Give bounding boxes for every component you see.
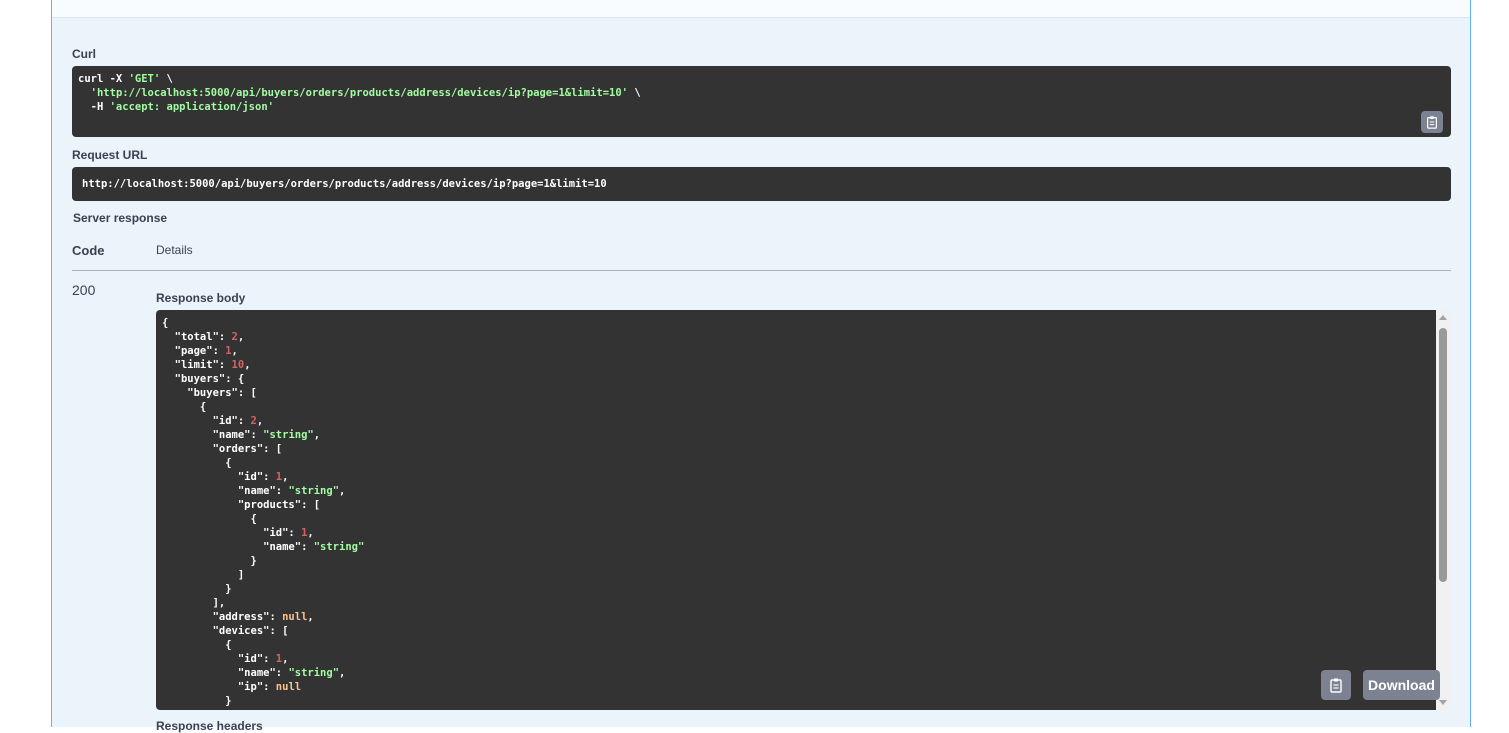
response-body-line: { xyxy=(162,317,169,329)
response-body-line: "ip": null xyxy=(162,681,302,693)
response-body-line: "id": 1, xyxy=(162,653,289,665)
response-body-line: } xyxy=(162,695,232,707)
response-body-box[interactable]: { "total": 2, "page": 1, "limit": 10, "b… xyxy=(156,310,1436,710)
response-body-line: "page": 1, xyxy=(162,345,238,357)
response-body-line: "buyers": { xyxy=(162,373,245,385)
curl-command-box[interactable]: curl -X 'GET' \ 'http://localhost:5000/a… xyxy=(72,66,1451,137)
clipboard-icon xyxy=(1330,678,1342,693)
response-body-line: } xyxy=(162,555,257,567)
response-body-line: "limit": 10, xyxy=(162,359,251,371)
request-url-value: http://localhost:5000/api/buyers/orders/… xyxy=(82,178,607,190)
response-headers-label: Response headers xyxy=(156,719,263,733)
curl-line: -H 'accept: application/json' xyxy=(78,101,274,113)
response-body-line: { xyxy=(162,401,207,413)
response-body-line: "devices": [ xyxy=(162,625,289,637)
curl-label: Curl xyxy=(72,47,96,61)
curl-line: 'http://localhost:5000/api/buyers/orders… xyxy=(90,87,641,99)
response-body-line: { xyxy=(162,513,257,525)
scroll-down-arrow-icon[interactable] xyxy=(1439,700,1447,705)
header-divider xyxy=(72,270,1451,271)
curl-copy-button[interactable] xyxy=(1421,111,1443,133)
code-column-header: Code xyxy=(72,243,105,258)
panel-top-strip xyxy=(52,0,1470,18)
response-body-text: { "total": 2, "page": 1, "limit": 10, "b… xyxy=(162,316,1430,708)
response-copy-button[interactable] xyxy=(1321,670,1351,700)
clipboard-icon xyxy=(1427,116,1437,129)
response-body-line: ], xyxy=(162,597,226,609)
response-body-line: { xyxy=(162,457,232,469)
response-body-line: "products": [ xyxy=(162,499,321,511)
response-body-line: "name": "string", xyxy=(162,485,346,497)
response-body-line: ] xyxy=(162,569,245,581)
scrollbar-thumb[interactable] xyxy=(1439,328,1447,582)
response-body-line: } xyxy=(162,583,232,595)
scroll-up-arrow-icon[interactable] xyxy=(1439,315,1447,320)
execution-panel: Curl curl -X 'GET' \ 'http://localhost:5… xyxy=(51,0,1471,733)
curl-command-text: curl -X 'GET' \ 'http://localhost:5000/a… xyxy=(78,72,1445,114)
request-url-label: Request URL xyxy=(72,148,148,162)
response-body-label: Response body xyxy=(156,291,246,305)
request-url-box[interactable]: http://localhost:5000/api/buyers/orders/… xyxy=(72,167,1451,201)
response-body-line: "total": 2, xyxy=(162,331,245,343)
curl-line: curl -X 'GET' \ xyxy=(78,73,173,85)
details-column-header: Details xyxy=(156,243,193,257)
response-body-line: "id": 2, xyxy=(162,415,264,427)
response-body-line: { xyxy=(162,639,232,651)
download-button[interactable]: Download xyxy=(1363,670,1440,700)
response-body-scrollbar[interactable] xyxy=(1436,310,1450,710)
response-body-line: "orders": [ xyxy=(162,443,283,455)
response-body-line: "address": null, xyxy=(162,611,314,623)
server-response-label: Server response xyxy=(73,211,168,225)
response-status-code: 200 xyxy=(72,282,96,298)
response-body-line: "name": "string", xyxy=(162,429,321,441)
response-body-line: "name": "string", xyxy=(162,667,346,679)
response-body-line: "id": 1, xyxy=(162,527,314,539)
response-body-line: "buyers": [ xyxy=(162,387,257,399)
response-body-line: "id": 1, xyxy=(162,471,289,483)
response-body-line: "name": "string" xyxy=(162,541,365,553)
